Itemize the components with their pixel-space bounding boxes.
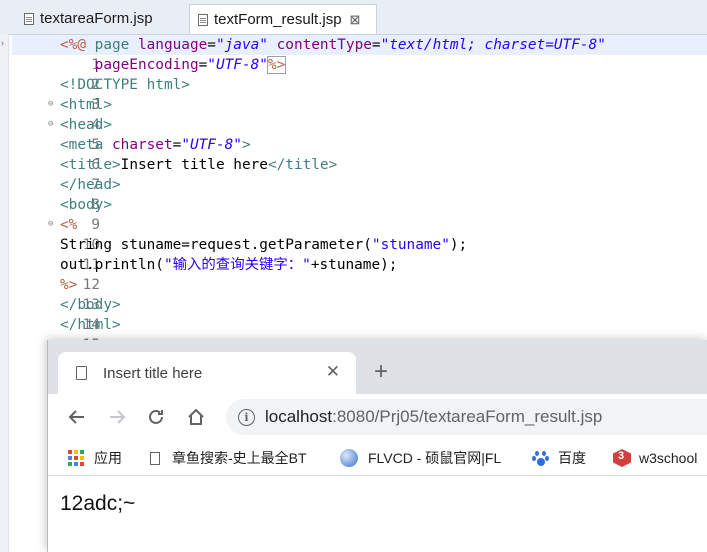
code-line: 12 out.println("输入的查询关键字："+stuname); <box>12 255 707 293</box>
fold-icon[interactable]: ⊖ <box>48 115 53 133</box>
bookmark-label: 百度 <box>558 450 586 466</box>
w3school-icon <box>613 449 631 467</box>
bookmark-label: 章鱼搜索-史上最全BT <box>172 450 307 466</box>
reload-icon <box>149 409 163 424</box>
back-arrow-icon <box>68 410 84 424</box>
forward-button[interactable] <box>102 402 132 432</box>
jsp-file-icon <box>24 12 34 25</box>
code-area[interactable]: 1 <%@ page language="java" contentType="… <box>12 35 707 353</box>
bookmark-label: FLVCD - 硕鼠官网|FL <box>368 450 502 466</box>
url-host: localhost <box>265 407 333 426</box>
code-line: 9 <body> <box>12 195 707 233</box>
code-line: 6 <meta charset="UTF-8"> <box>12 135 707 173</box>
address-bar[interactable]: i localhost:8080/Prj05/textareaForm_resu… <box>226 399 707 435</box>
reload-button[interactable] <box>141 402 171 432</box>
page-output-text: 12adc;~ <box>60 492 136 515</box>
code-text: <!DOCTYPE html> <box>60 77 190 93</box>
editor-left-ruler: › <box>0 34 9 552</box>
baidu-paw-icon <box>532 449 550 467</box>
code-line: 8 </head> <box>12 175 707 213</box>
code-text: <% <box>60 217 78 233</box>
page-icon <box>76 366 87 380</box>
close-tab-icon[interactable]: ⊠ <box>350 12 361 28</box>
new-tab-button[interactable]: + <box>374 358 388 386</box>
bookmark-flvcd[interactable]: FLVCD - 硕鼠官网|FL <box>340 447 501 469</box>
home-button[interactable] <box>181 402 211 432</box>
code-line: 1 <%@ page language="java" contentType="… <box>12 35 707 73</box>
code-text: </body> <box>60 297 121 313</box>
code-text: </html> <box>60 317 121 333</box>
editor-tab-bar: textareaForm.jsp textForm_result.jsp ⊠ <box>0 0 707 35</box>
code-text: <head> <box>60 117 112 133</box>
globe-icon <box>340 449 358 467</box>
close-tab-icon[interactable]: ✕ <box>326 362 340 382</box>
editor-tab-label: textareaForm.jsp <box>40 10 153 27</box>
code-text: String stuname=request.getParameter("stu… <box>60 237 468 253</box>
code-text: %> <box>60 277 78 293</box>
code-text: <title>Insert title here</title> <box>60 157 338 173</box>
code-line: 13 %> <box>12 275 707 313</box>
home-icon <box>188 408 204 425</box>
bookmark-label: 应用 <box>94 450 122 466</box>
info-icon[interactable]: i <box>238 408 255 426</box>
code-text: </head> <box>60 177 121 193</box>
editor-tab-textareaform[interactable]: textareaForm.jsp <box>16 4 188 33</box>
code-line: 2 pageEncoding="UTF-8"%> <box>12 55 707 93</box>
bookmarks-bar: 应用 章鱼搜索-史上最全BT FLVCD - 硕鼠官网|FL 百度 w3scho… <box>48 440 707 476</box>
bookmark-apps[interactable]: 应用 <box>68 447 122 469</box>
bookmark-zhangyu[interactable]: 章鱼搜索-史上最全BT <box>150 447 307 469</box>
browser-tab-title: Insert title here <box>103 364 203 382</box>
url-path: :8080/Prj05/textareaForm_result.jsp <box>332 407 603 426</box>
code-line: 11 String stuname=request.getParameter("… <box>12 235 707 273</box>
code-text: <html> <box>60 97 112 113</box>
back-button[interactable] <box>62 402 92 432</box>
browser-tab[interactable]: Insert title here ✕ <box>58 352 356 394</box>
code-line: 10 ⊖ <% <box>12 215 707 253</box>
bookmark-baidu[interactable]: 百度 <box>532 447 586 469</box>
page-icon <box>150 451 160 465</box>
code-line: 14 </body> <box>12 295 707 333</box>
fold-icon[interactable]: ⊖ <box>48 95 53 113</box>
fold-icon[interactable]: ⊖ <box>48 215 53 233</box>
browser-window: Insert title here ✕ + i localhost:8080/P… <box>47 340 707 552</box>
bookmark-label: w3school <box>639 450 698 466</box>
jsp-file-icon <box>198 13 208 26</box>
code-text: pageEncoding="UTF-8"%> <box>94 56 287 74</box>
browser-tab-bar: Insert title here ✕ + <box>48 340 707 394</box>
code-text: <%@ page language="java" contentType="te… <box>60 37 606 53</box>
code-line: 3 <!DOCTYPE html> <box>12 75 707 113</box>
code-line: 7 <title>Insert title here</title> <box>12 155 707 193</box>
apps-icon <box>68 450 84 466</box>
browser-toolbar: i localhost:8080/Prj05/textareaForm_resu… <box>48 394 707 440</box>
code-text: <body> <box>60 197 112 213</box>
bookmark-w3school[interactable]: w3school <box>613 447 697 469</box>
code-line: 15 </html> <box>12 315 707 353</box>
editor-tab-label: textForm_result.jsp <box>214 11 342 28</box>
code-text: <meta charset="UTF-8"> <box>60 137 251 153</box>
ruler-marker-icon: › <box>1 38 4 48</box>
code-line: 5 ⊖ <head> <box>12 115 707 153</box>
page-content: 12adc;~ <box>48 476 707 552</box>
editor-tab-textform-result[interactable]: textForm_result.jsp ⊠ <box>189 4 377 34</box>
forward-arrow-icon <box>110 410 126 424</box>
code-line: 4 ⊖ <html> <box>12 95 707 133</box>
code-text: out.println("输入的查询关键字："+stuname); <box>60 257 398 273</box>
